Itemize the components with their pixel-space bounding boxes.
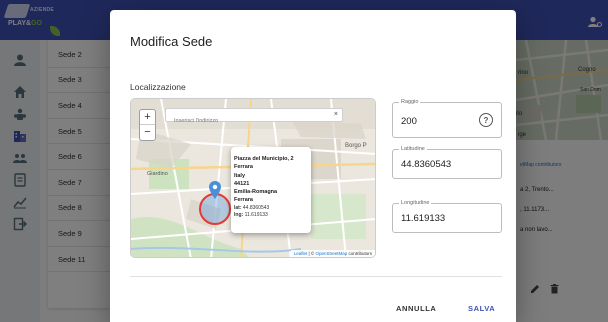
zoom-in-button[interactable]: + bbox=[140, 110, 155, 125]
address-search-input[interactable] bbox=[166, 115, 342, 127]
raggio-value[interactable]: 200 bbox=[401, 116, 417, 127]
map-label: Borgo P bbox=[345, 143, 367, 149]
dialog-title: Modifica Sede bbox=[130, 34, 213, 49]
leaflet-link[interactable]: Leaflet bbox=[294, 251, 308, 256]
popup-country: Italy bbox=[234, 172, 246, 179]
map-attribution: Leaflet | © OpenStreetMap contributors bbox=[290, 250, 375, 257]
address-popup: Piazza del Municipio, 2 Ferrara Italy 44… bbox=[231, 147, 311, 233]
popup-postcode: 44121 bbox=[234, 180, 250, 187]
latitudine-label: Latitudine bbox=[399, 146, 427, 152]
longitudine-value[interactable]: 11.619133 bbox=[401, 213, 445, 224]
popup-city: Ferrara bbox=[234, 164, 253, 171]
section-label: Localizzazione bbox=[130, 82, 186, 92]
latitudine-field[interactable]: Latitudine 44.8360543 bbox=[392, 146, 502, 179]
popup-province: Ferrara bbox=[234, 197, 253, 204]
location-map[interactable]: Borgo P Giardino + − × Piazza del Munici… bbox=[130, 98, 376, 258]
help-icon[interactable]: ? bbox=[479, 113, 493, 127]
raggio-field[interactable]: Raggio 200 ? bbox=[392, 99, 502, 138]
location-marker-icon[interactable] bbox=[209, 181, 221, 199]
cancel-button[interactable]: ANNULLA bbox=[396, 304, 436, 313]
dialog-divider bbox=[130, 276, 502, 277]
raggio-label: Raggio bbox=[399, 99, 421, 105]
popup-lat: lat: 44.8360543 bbox=[234, 204, 270, 211]
save-button[interactable]: SALVA bbox=[468, 304, 495, 313]
address-search: × bbox=[165, 108, 343, 127]
map-label: Giardino bbox=[147, 171, 168, 177]
zoom-out-button[interactable]: − bbox=[140, 125, 155, 140]
osm-link[interactable]: OpenStreetMap bbox=[315, 251, 347, 256]
popup-region: Emilia-Romagna bbox=[234, 189, 278, 196]
longitudine-field[interactable]: Longitudine 11.619133 bbox=[392, 200, 502, 233]
popup-lng: lng: 11.619133 bbox=[234, 212, 268, 219]
clear-search-icon[interactable]: × bbox=[334, 111, 338, 118]
edit-sede-dialog: Modifica Sede Localizzazione Borgo P Gia… bbox=[110, 10, 516, 322]
latitudine-value[interactable]: 44.8360543 bbox=[401, 159, 451, 170]
popup-street: Piazza del Municipio, 2 bbox=[234, 156, 294, 162]
longitudine-label: Longitudine bbox=[399, 200, 432, 206]
zoom-control: + − bbox=[139, 109, 156, 141]
